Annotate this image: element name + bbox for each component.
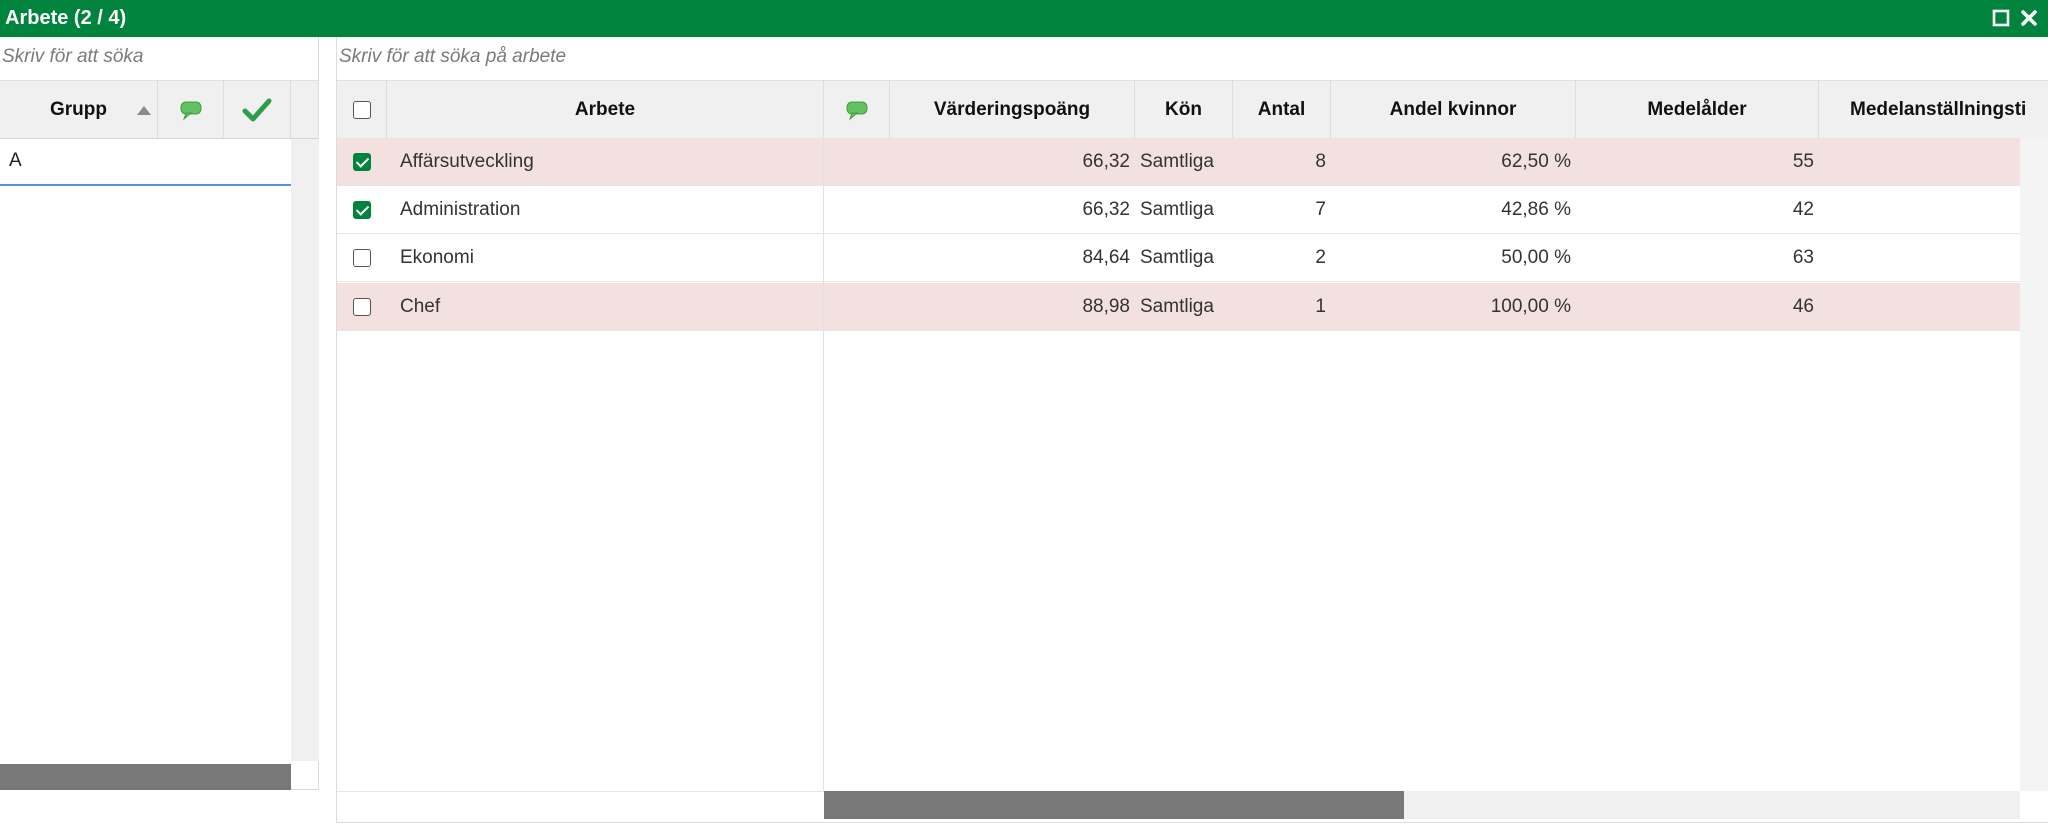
row-checkbox[interactable] (353, 249, 371, 267)
cell-score: 66,32 (1082, 151, 1130, 172)
cell-gender: Samtliga (1140, 296, 1214, 317)
column-label-share-women: Andel kvinnor (1389, 98, 1517, 120)
column-header-avg-age[interactable]: Medelålder (1576, 81, 1819, 138)
cell-avg-age: 42 (1792, 199, 1814, 220)
cell-work: Ekonomi (400, 247, 474, 268)
group-search-input[interactable] (0, 38, 316, 76)
cell-score: 88,98 (1082, 296, 1130, 317)
column-label-gender: Kön (1165, 98, 1202, 120)
column-header-avg-tenure[interactable]: Medelanställningsti (1819, 81, 2048, 138)
group-header-filler (291, 81, 318, 138)
cell-score: 84,64 (1082, 247, 1130, 268)
cell-avg-age: 46 (1792, 296, 1814, 317)
cell-share-women: 100,00 % (1490, 296, 1571, 317)
work-table-header: Arbete Värderingspoäng Kön Antal Andel k… (337, 80, 2048, 139)
window-title: Arbete (2 / 4) (5, 7, 127, 29)
work-horizontal-scrollbar-thumb[interactable] (824, 791, 1404, 819)
row-checkbox[interactable] (353, 153, 371, 171)
cell-gender: Samtliga (1140, 151, 1214, 172)
work-search-input[interactable] (337, 38, 2037, 76)
column-label-avg-tenure: Medelanställningsti (1850, 98, 2027, 120)
group-table-header: Grupp (0, 80, 318, 139)
cell-count: 1 (1315, 296, 1326, 317)
column-label-work: Arbete (574, 98, 636, 120)
frozen-column-divider (823, 137, 824, 791)
cell-score: 66,32 (1082, 199, 1130, 220)
column-label-count: Antal (1257, 98, 1306, 120)
cell-share-women: 42,86 % (1501, 199, 1571, 220)
cell-count: 8 (1315, 151, 1326, 172)
column-header-work[interactable]: Arbete (387, 81, 824, 138)
work-vertical-scrollbar[interactable] (2020, 137, 2048, 791)
table-row[interactable]: Ekonomi 84,64 Samtliga 2 50,00 % 63 (337, 234, 2020, 282)
group-vertical-scrollbar[interactable] (291, 139, 319, 761)
cell-work: Affärsutveckling (400, 151, 534, 172)
cell-gender: Samtliga (1140, 199, 1214, 220)
cell-count: 7 (1315, 199, 1326, 220)
column-header-count[interactable]: Antal (1233, 81, 1331, 138)
sort-ascending-icon[interactable] (130, 81, 158, 138)
comment-icon[interactable] (158, 81, 224, 138)
column-header-share-women[interactable]: Andel kvinnor (1331, 81, 1576, 138)
comment-icon[interactable] (824, 81, 890, 138)
maximize-icon[interactable] (1990, 7, 2012, 29)
cell-avg-age: 63 (1792, 247, 1814, 268)
table-row[interactable]: Administration 66,32 Samtliga 7 42,86 % … (337, 186, 2020, 234)
cell-share-women: 62,50 % (1501, 151, 1571, 172)
cell-work: Chef (400, 296, 441, 317)
cell-avg-age: 55 (1792, 151, 1814, 172)
row-checkbox[interactable] (353, 298, 371, 316)
select-all-cell (337, 81, 387, 138)
cell-gender: Samtliga (1140, 247, 1214, 268)
group-row[interactable]: A (0, 139, 291, 186)
group-row-label: A (9, 150, 22, 171)
table-row[interactable]: Chef 88,98 Samtliga 1 100,00 % 46 (337, 283, 2020, 331)
column-label-avg-age: Medelålder (1647, 98, 1747, 120)
cell-count: 2 (1315, 247, 1326, 268)
select-all-checkbox[interactable] (352, 100, 371, 119)
column-header-score[interactable]: Värderingspoäng (890, 81, 1135, 138)
window-titlebar: Arbete (2 / 4) (0, 0, 2048, 37)
group-column-label: Grupp (50, 98, 107, 120)
close-icon[interactable] (2018, 7, 2040, 29)
column-header-gender[interactable]: Kön (1135, 81, 1233, 138)
frozen-scroll-area (337, 791, 824, 819)
group-horizontal-scrollbar[interactable] (0, 764, 291, 790)
table-row[interactable]: Affärsutveckling 66,32 Samtliga 8 62,50 … (337, 138, 2020, 186)
cell-share-women: 50,00 % (1501, 247, 1571, 268)
checkmark-icon[interactable] (224, 81, 291, 138)
row-checkbox[interactable] (353, 201, 371, 219)
column-label-score: Värderingspoäng (933, 98, 1091, 120)
cell-work: Administration (400, 199, 521, 220)
